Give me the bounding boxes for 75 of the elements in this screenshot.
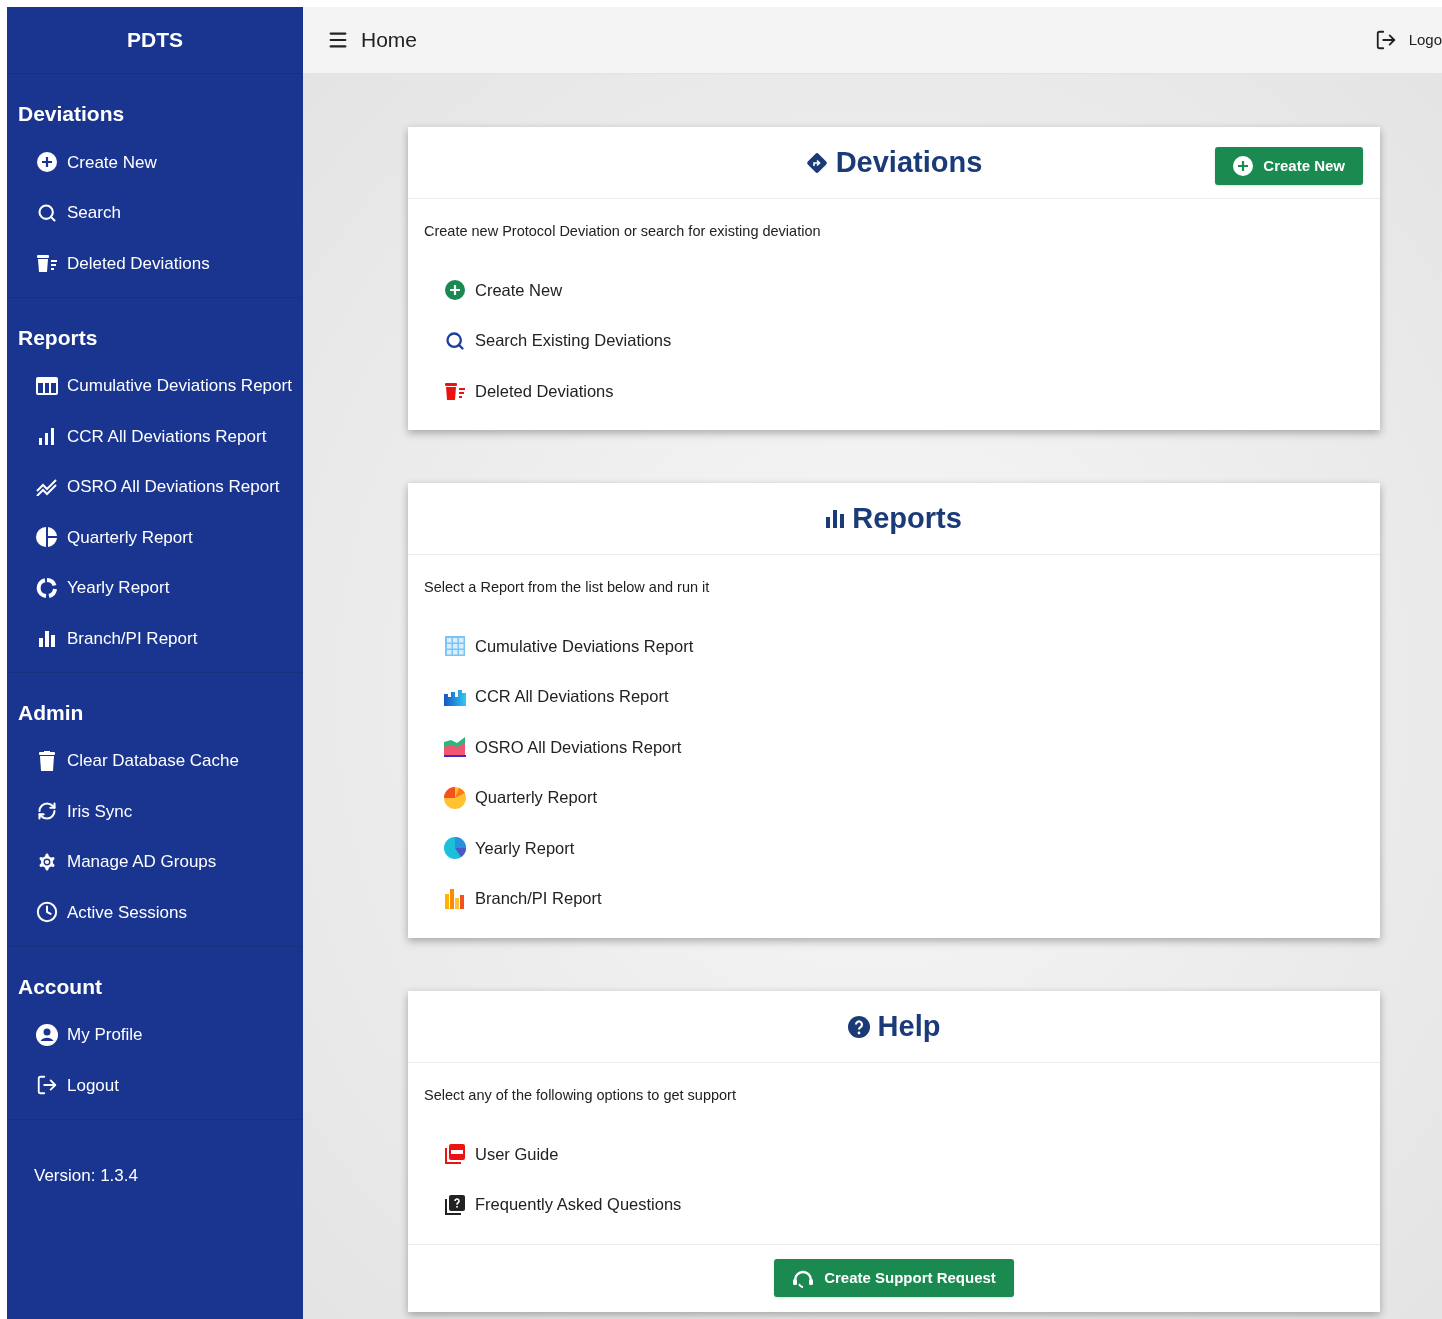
clock-icon bbox=[36, 901, 58, 924]
sidebar-item[interactable]: Create New bbox=[7, 137, 303, 188]
sidebar-item[interactable]: My Profile bbox=[7, 1009, 303, 1060]
pie-chart-icon bbox=[444, 786, 466, 809]
pdf-icon bbox=[444, 1143, 466, 1165]
card-link[interactable]: Quarterly Report bbox=[443, 772, 1364, 823]
logout-icon bbox=[1374, 29, 1397, 51]
card-description: Select a Report from the list below and run it bbox=[424, 578, 711, 598]
user-circle-icon bbox=[36, 1023, 58, 1046]
app-title: PDTS bbox=[127, 27, 183, 54]
sidebar-item[interactable]: Active Sessions bbox=[7, 887, 303, 938]
card-link[interactable]: Branch/PI Report bbox=[443, 873, 1364, 924]
card-title: Deviations bbox=[835, 144, 983, 180]
card-link[interactable]: Yearly Report bbox=[443, 823, 1364, 874]
grid-icon bbox=[445, 636, 465, 657]
sidebar-item[interactable]: Branch/PI Report bbox=[7, 613, 303, 664]
card-link[interactable]: Create New bbox=[443, 264, 1364, 316]
table-icon bbox=[36, 376, 58, 395]
trash-list-icon bbox=[36, 254, 58, 273]
help-icon bbox=[847, 1015, 870, 1038]
sidebar-item[interactable]: Deleted Deviations bbox=[7, 238, 303, 289]
sidebar-item[interactable]: Clear Database Cache bbox=[7, 735, 303, 786]
headset-icon bbox=[792, 1268, 815, 1289]
bar-chart-icon bbox=[38, 629, 56, 648]
card-link[interactable]: CCR All Deviations Report bbox=[443, 671, 1364, 722]
card-link[interactable]: Deleted Deviations bbox=[443, 365, 1364, 417]
card-description: Create new Protocol Deviation or search for existing deviation bbox=[424, 222, 822, 241]
card-link[interactable]: Cumulative Deviations Report bbox=[443, 621, 1364, 672]
card-title: Reports bbox=[852, 501, 962, 536]
menu-button[interactable] bbox=[327, 29, 349, 51]
search-icon bbox=[37, 202, 57, 223]
logout-button[interactable]: Logo bbox=[1374, 28, 1442, 52]
sync-icon bbox=[37, 801, 57, 822]
area-chart-icon bbox=[444, 737, 466, 758]
bar-chart-icon bbox=[826, 509, 845, 528]
logout-icon bbox=[36, 1074, 58, 1097]
sidebar-item[interactable]: Yearly Report bbox=[7, 562, 303, 613]
pie-chart-icon bbox=[444, 837, 466, 860]
support-request-button[interactable]: Create Support Request bbox=[774, 1259, 1014, 1298]
section-heading: Deviations bbox=[17, 101, 126, 127]
sidebar-item[interactable]: CCR All Deviations Report bbox=[7, 411, 303, 462]
section-heading: Admin bbox=[17, 699, 85, 726]
card-link[interactable]: Search Existing Deviations bbox=[443, 315, 1364, 366]
plus-circle-icon bbox=[1233, 156, 1254, 176]
sidebar-item[interactable]: Logout bbox=[7, 1060, 303, 1111]
card-description: Select any of the following options to get support bbox=[424, 1086, 737, 1105]
trend-lines-icon bbox=[36, 477, 58, 496]
create-new-button[interactable]: Create New bbox=[1215, 147, 1363, 185]
page-title: Home bbox=[361, 27, 418, 54]
pie-chart-icon bbox=[36, 526, 58, 549]
card-link[interactable]: OSRO All Deviations Report bbox=[443, 722, 1364, 773]
trash-list-icon bbox=[444, 382, 466, 400]
sidebar-item[interactable]: Iris Sync bbox=[7, 786, 303, 837]
bar-chart-icon bbox=[445, 888, 465, 909]
card-link[interactable]: Frequently Asked Questions bbox=[443, 1179, 1364, 1230]
question-pages-icon bbox=[444, 1193, 466, 1216]
search-icon bbox=[445, 330, 465, 351]
card-title: Help bbox=[877, 1008, 941, 1044]
plus-circle-icon bbox=[37, 152, 57, 173]
sidebar-item[interactable]: Search bbox=[7, 187, 303, 238]
settings-icon bbox=[36, 850, 58, 873]
bar-chart-icon bbox=[38, 427, 56, 446]
sidebar-item[interactable]: Cumulative Deviations Report bbox=[7, 360, 303, 411]
version-text: Version: 1.3.4 bbox=[33, 1164, 139, 1187]
ring-chart-icon bbox=[36, 576, 58, 599]
bar-chart-icon bbox=[444, 687, 466, 706]
sidebar-item[interactable]: OSRO All Deviations Report bbox=[7, 461, 303, 512]
card-link[interactable]: User Guide bbox=[443, 1128, 1364, 1180]
sidebar-item[interactable]: Quarterly Report bbox=[7, 512, 303, 563]
trash-icon bbox=[39, 750, 55, 771]
sidebar-item[interactable]: Manage AD Groups bbox=[7, 836, 303, 887]
section-heading: Reports bbox=[17, 324, 99, 351]
menu-icon bbox=[327, 29, 349, 51]
plus-circle-icon bbox=[445, 280, 465, 300]
section-heading: Account bbox=[17, 973, 103, 1000]
